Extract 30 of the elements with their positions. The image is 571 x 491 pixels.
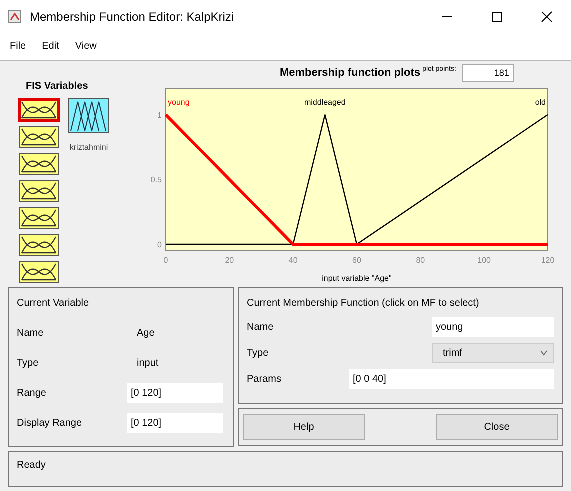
mf-label: middleaged [304, 98, 346, 107]
section-title: FIS Variables [25, 80, 90, 94]
tick-label: 0 [158, 240, 162, 250]
panel-title: Current Membership Function (click on MF to select) [247, 297, 480, 311]
panel-title: Current Variable [17, 297, 90, 311]
field-value: input [137, 356, 159, 370]
tick-label: 100 [478, 256, 492, 265]
field-label: Display Range [17, 416, 84, 430]
tick-label: 80 [416, 256, 426, 265]
variable-label: kriztahmini [70, 142, 108, 154]
plot-title: Membership function plots [280, 66, 421, 81]
tick-label: 1 [158, 110, 162, 120]
status-text: Ready [17, 459, 46, 473]
tick-label: 0.5 [150, 176, 162, 185]
field-label: Type [17, 356, 40, 370]
tick-label: 60 [352, 256, 362, 265]
tick-label: 20 [225, 256, 234, 265]
tick-label: 40 [288, 256, 298, 265]
tick-label: 0 [164, 256, 168, 265]
field-label: Range [17, 386, 48, 400]
field-label: Type [247, 346, 270, 360]
field-label: Name [17, 326, 45, 340]
window-title: Membership Function Editor: KalpKrizi [30, 8, 234, 26]
tick-label: 120 [541, 256, 555, 265]
mf-label: old [535, 98, 546, 107]
field-value: Age [137, 326, 155, 340]
axis-label: input variable "Age" [322, 274, 392, 283]
field-label: Params [247, 372, 282, 386]
field-label: Name [247, 320, 275, 334]
mf-label: young [168, 98, 190, 107]
